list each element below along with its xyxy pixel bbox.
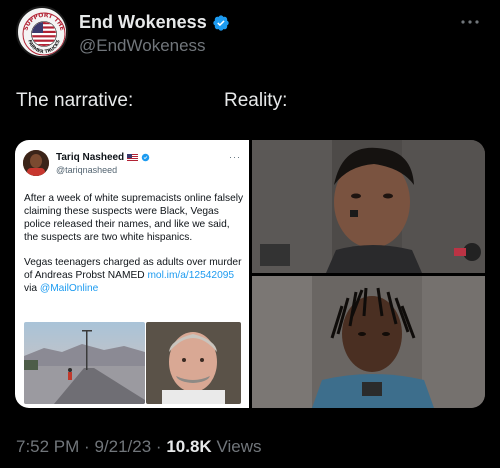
quoted-avatar	[23, 150, 49, 176]
post-media[interactable]: Tariq Nasheed @tariqnasheed ··· After a …	[15, 140, 485, 408]
quoted-victim-photo	[146, 322, 241, 404]
post-date[interactable]: 9/21/23	[94, 437, 151, 456]
author-handle[interactable]: @EndWokeness	[79, 36, 206, 56]
post-text-right: Reality:	[224, 90, 288, 111]
suspect-photo-bottom[interactable]	[252, 276, 485, 408]
post-header: SUPPORT THE FARMER TRUCKS End Wokeness @…	[16, 6, 484, 62]
author-name-row[interactable]: End Wokeness	[79, 12, 230, 33]
views-count[interactable]: 10.8K	[166, 437, 211, 456]
meta-separator-2: ·	[155, 437, 162, 456]
meta-separator-1: ·	[84, 437, 90, 456]
author-display-name[interactable]: End Wokeness	[79, 12, 207, 33]
post-meta: 7:52 PM · 9/21/23 · 10.8K Views	[16, 437, 261, 457]
quoted-road-photo	[24, 322, 145, 404]
post-time[interactable]: 7:52 PM	[16, 437, 79, 456]
quoted-post-screenshot[interactable]: Tariq Nasheed @tariqnasheed ··· After a …	[15, 140, 249, 408]
quoted-more-icon: ···	[229, 152, 241, 162]
quoted-display-name: Tariq Nasheed	[56, 152, 125, 163]
quoted-via-text: via	[24, 283, 40, 294]
quoted-mention-link: @MailOnline	[39, 283, 99, 294]
quoted-article-link: mol.im/a/12542095	[147, 270, 235, 281]
us-flag-icon	[127, 154, 139, 161]
more-options-icon[interactable]	[458, 14, 482, 30]
quoted-name-row: Tariq Nasheed	[56, 152, 150, 163]
views-label: Views	[216, 437, 262, 456]
suspect-photo-top[interactable]	[252, 140, 485, 273]
quoted-body: After a week of white supremacists onlin…	[24, 192, 244, 295]
quoted-verified-icon	[141, 153, 150, 162]
quoted-handle: @tariqnasheed	[56, 165, 118, 175]
quoted-paragraph-1: After a week of white supremacists onlin…	[24, 193, 244, 243]
american-flag-badge-icon: SUPPORT THE FARMER TRUCKS	[19, 9, 66, 56]
post-text-left: The narrative:	[16, 90, 134, 111]
quoted-paragraph-2: Vegas teenagers charged as adults over m…	[24, 256, 244, 295]
verified-badge-icon[interactable]	[212, 14, 230, 32]
author-avatar[interactable]: SUPPORT THE FARMER TRUCKS	[16, 6, 68, 58]
